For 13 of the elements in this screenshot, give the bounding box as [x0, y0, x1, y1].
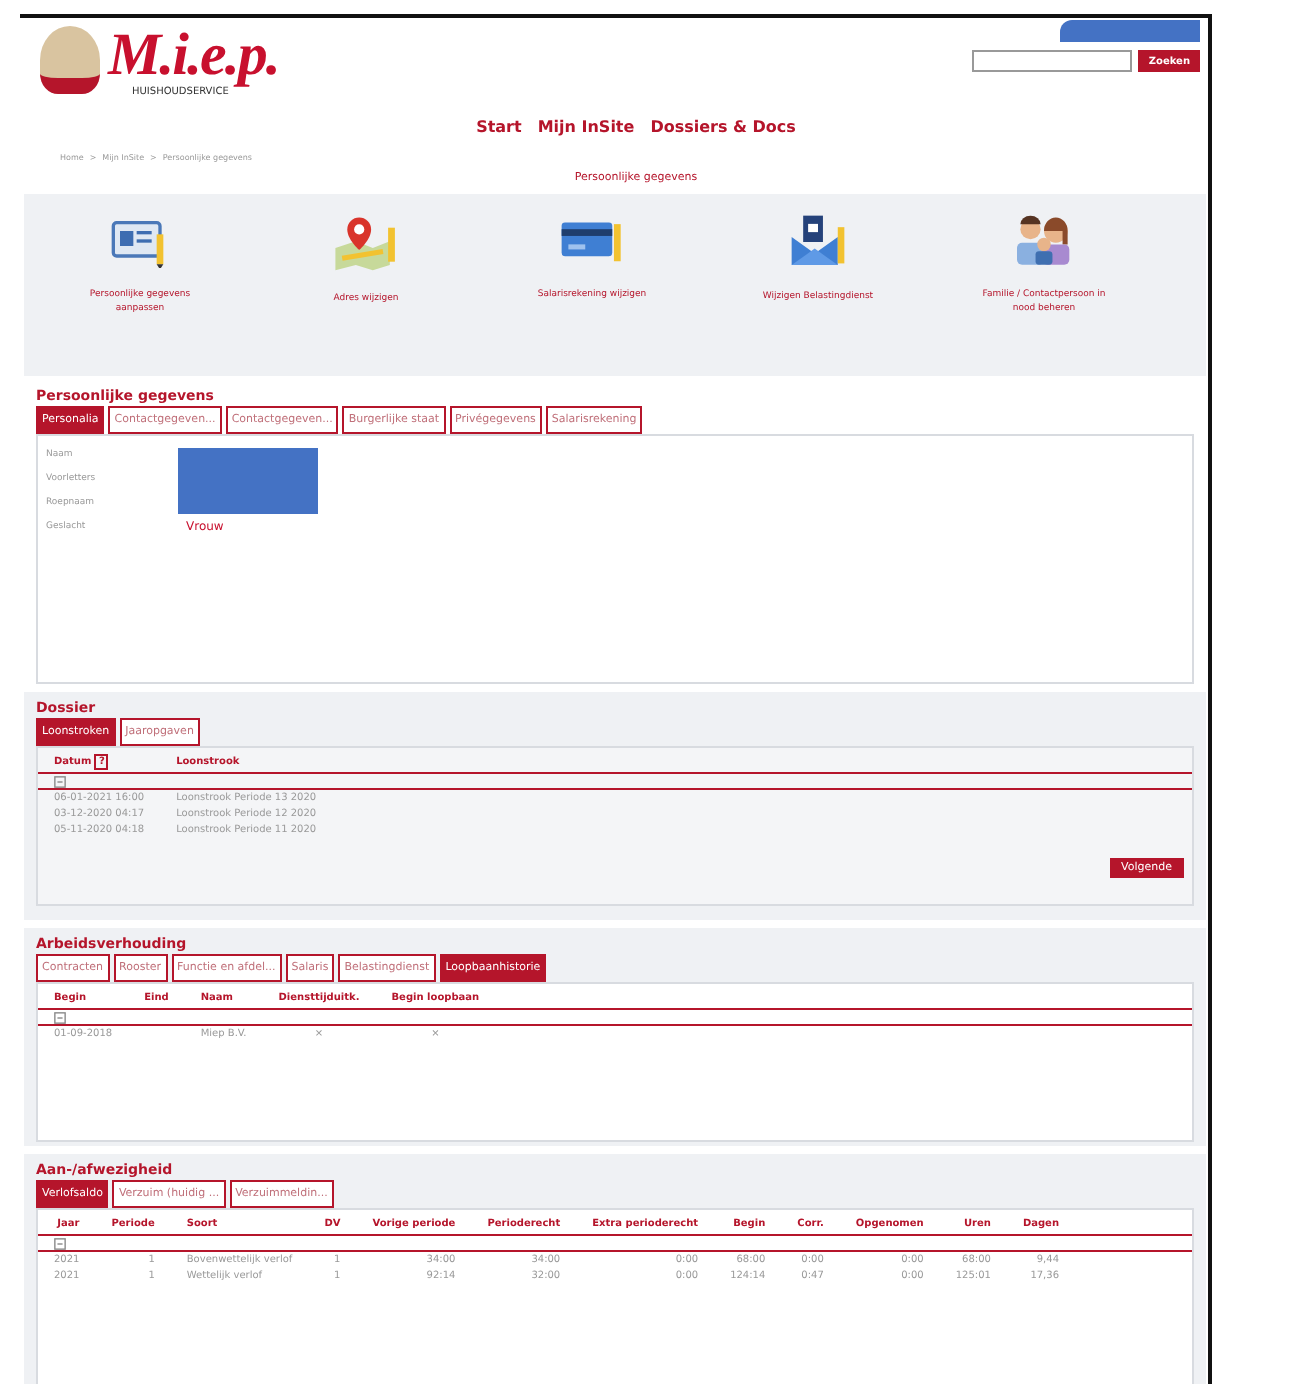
collapse-icon [54, 776, 66, 788]
map-pin-icon [332, 214, 400, 272]
collapse-icon [54, 1012, 66, 1024]
nav-link[interactable]: Mijn InSite [537, 114, 635, 146]
mascot-placeholder [40, 26, 100, 94]
redaction-bar [1060, 20, 1200, 42]
nav-link[interactable]: Dossiers & Docs [650, 114, 796, 146]
brand-logo: M.i.e.p. [108, 26, 279, 86]
envelope-icon [788, 214, 848, 270]
search-field[interactable] [972, 50, 1133, 72]
nav-link[interactable]: Start [476, 114, 522, 146]
collapse-icon [54, 1238, 66, 1250]
redaction-block [178, 448, 318, 514]
